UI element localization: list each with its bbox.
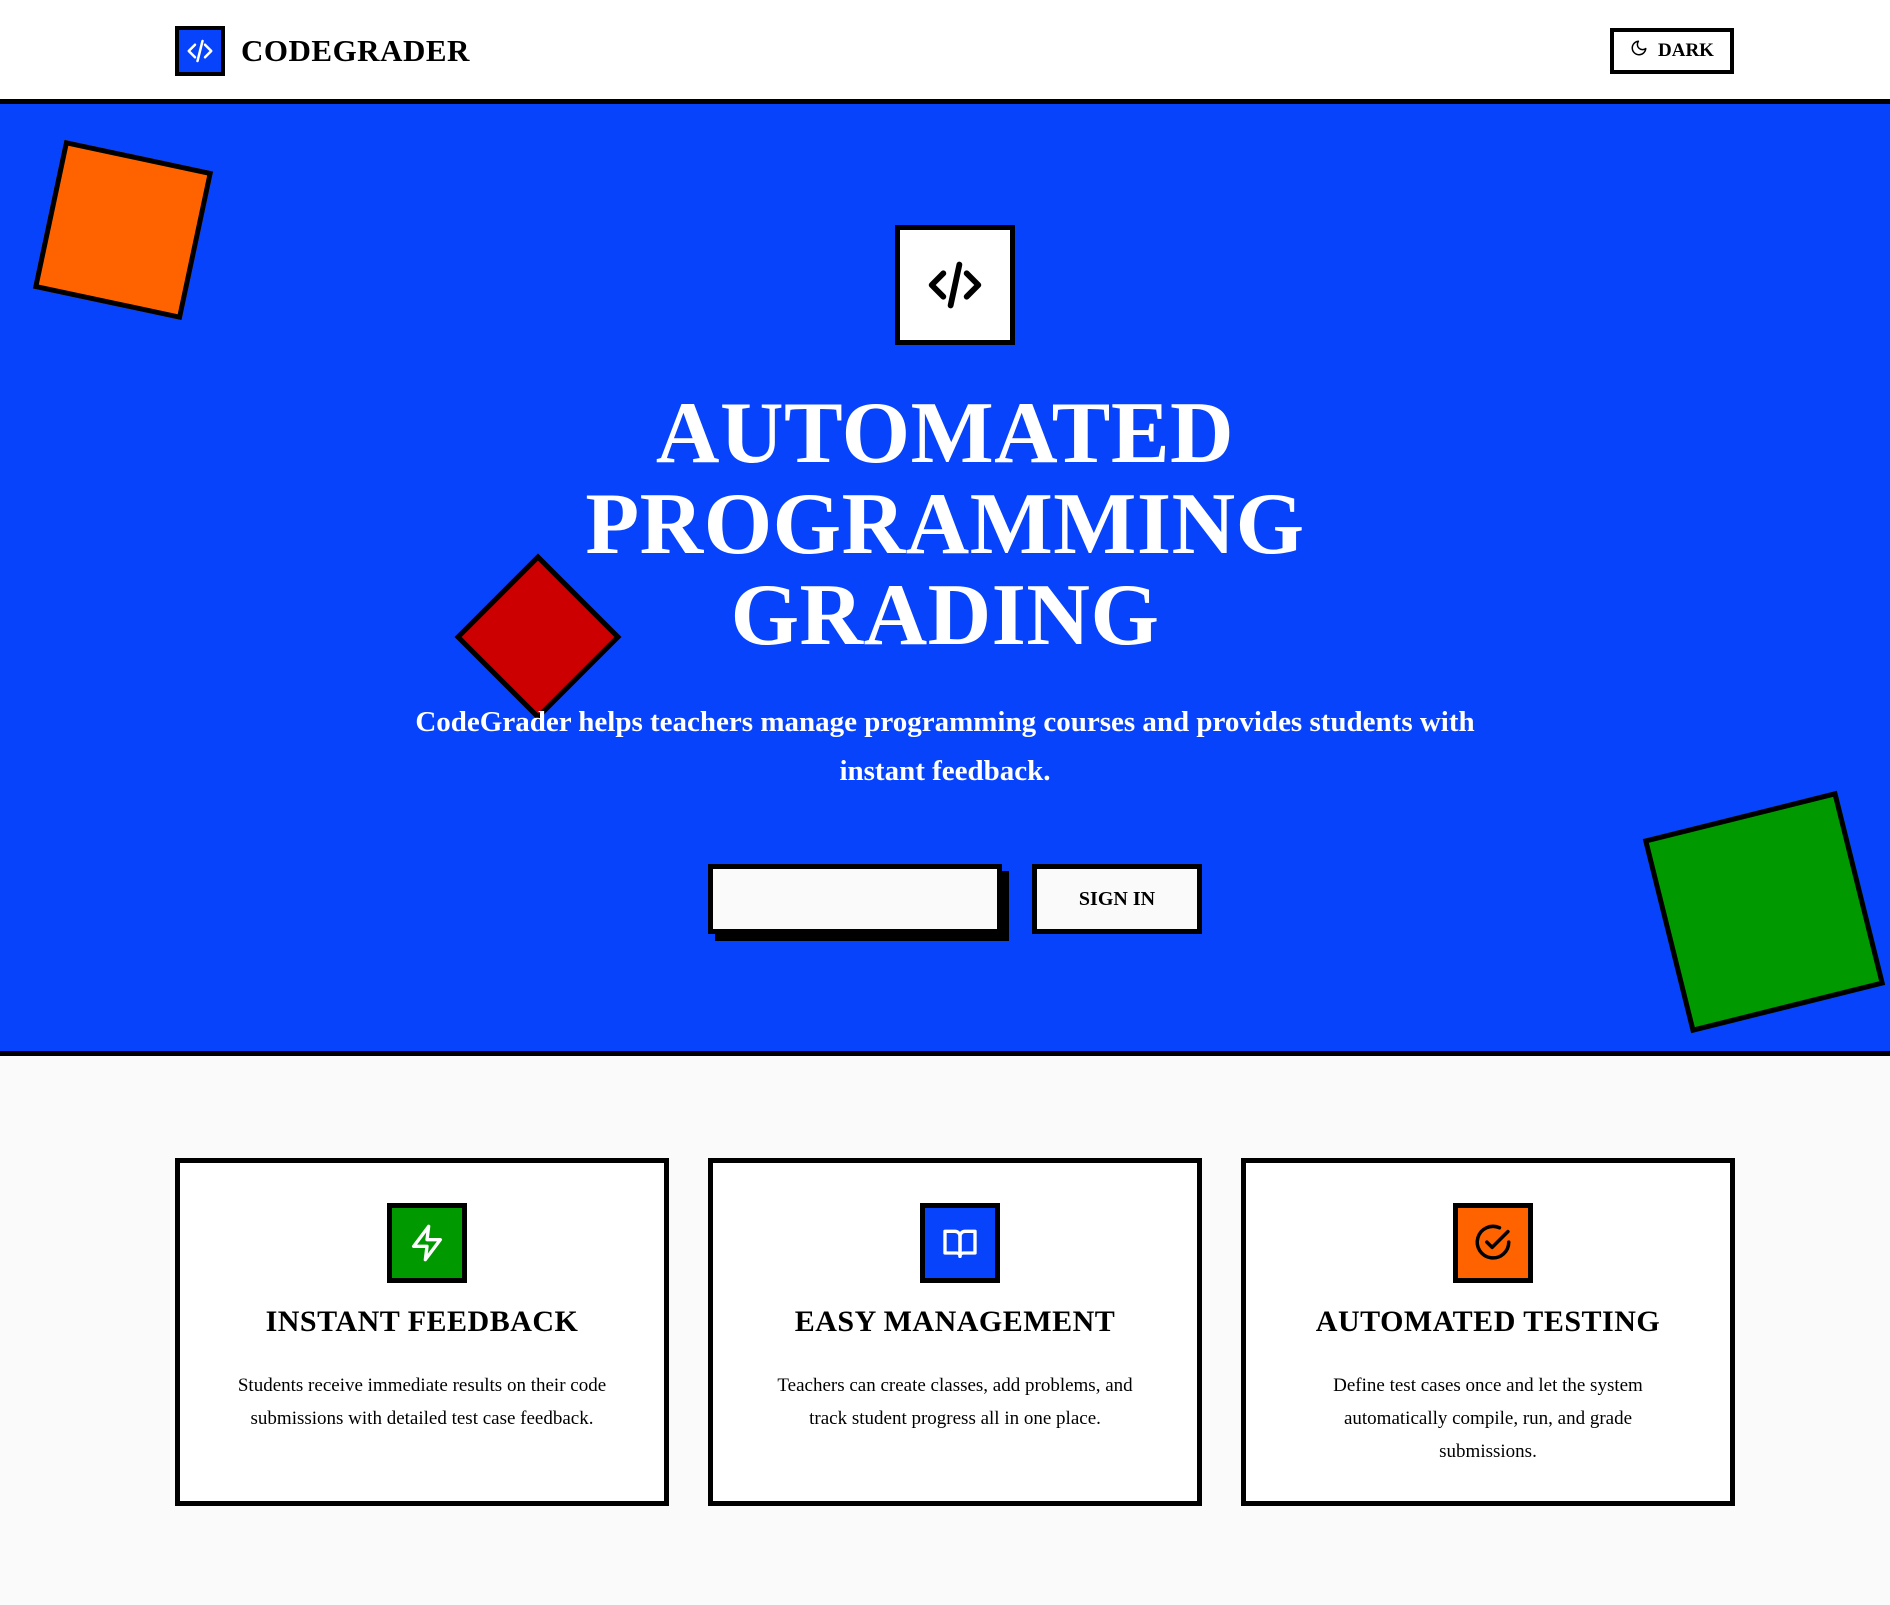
feature-description-line: submissions.: [1439, 1441, 1537, 1462]
open-book-icon: [920, 1203, 1000, 1283]
dark-mode-label: DARK: [1658, 40, 1714, 61]
feature-description: Define test cases once and let the syste…: [1286, 1369, 1690, 1468]
feature-card-easy-management: EASY MANAGEMENT Teachers can create clas…: [708, 1158, 1202, 1506]
hero-title-line: AUTOMATED: [655, 385, 1235, 482]
code-icon: [175, 26, 225, 76]
site-header: CODEGRADER DARK: [0, 0, 1890, 104]
feature-title: EASY MANAGEMENT: [794, 1305, 1116, 1338]
hero-title: AUTOMATED PROGRAMMING GRADING: [0, 388, 1890, 661]
feature-title: INSTANT FEEDBACK: [265, 1305, 579, 1338]
feature-card-instant-feedback: INSTANT FEEDBACK Students receive immedi…: [175, 1158, 669, 1506]
hero-subtitle-line: instant feedback.: [839, 755, 1051, 787]
hero-section: AUTOMATED PROGRAMMING GRADING CodeGrader…: [0, 104, 1890, 1056]
feature-description-line: Students receive immediate results on th…: [237, 1375, 607, 1396]
feature-description-line: automatically compile, run, and grade: [1343, 1408, 1633, 1429]
feature-description-line: Teachers can create classes, add problem…: [777, 1375, 1133, 1396]
feature-card-automated-testing: AUTOMATED TESTING Define test cases once…: [1241, 1158, 1735, 1506]
dark-mode-toggle[interactable]: DARK: [1610, 28, 1734, 74]
go-to-dashboard-button[interactable]: GO TO DASHBOARD: [708, 864, 1002, 934]
hero-subtitle-line: CodeGrader helps teachers manage program…: [415, 706, 1475, 738]
brand-name: CODEGRADER: [241, 33, 470, 68]
feature-description-line: track student progress all in one place.: [809, 1408, 1101, 1429]
feature-description-line: submissions with detailed test case feed…: [250, 1408, 594, 1429]
feature-description-line: Define test cases once and let the syste…: [1333, 1375, 1643, 1396]
hero-subtitle: CodeGrader helps teachers manage program…: [0, 698, 1890, 796]
feature-description: Students receive immediate results on th…: [220, 1369, 624, 1435]
hero-title-line: PROGRAMMING: [585, 476, 1305, 573]
lightning-bolt-icon: [387, 1203, 467, 1283]
feature-title: AUTOMATED TESTING: [1315, 1305, 1661, 1338]
sign-in-button[interactable]: SIGN IN: [1032, 864, 1202, 934]
code-icon: [895, 225, 1015, 345]
brand[interactable]: CODEGRADER: [175, 26, 470, 76]
decorative-green-square: [1642, 790, 1886, 1034]
moon-icon: [1630, 39, 1648, 63]
feature-description: Teachers can create classes, add problem…: [753, 1369, 1157, 1435]
features-section: INSTANT FEEDBACK Students receive immedi…: [0, 1061, 1890, 1605]
decorative-orange-square: [32, 139, 214, 321]
check-circle-icon: [1453, 1203, 1533, 1283]
hero-title-line: GRADING: [730, 567, 1160, 664]
